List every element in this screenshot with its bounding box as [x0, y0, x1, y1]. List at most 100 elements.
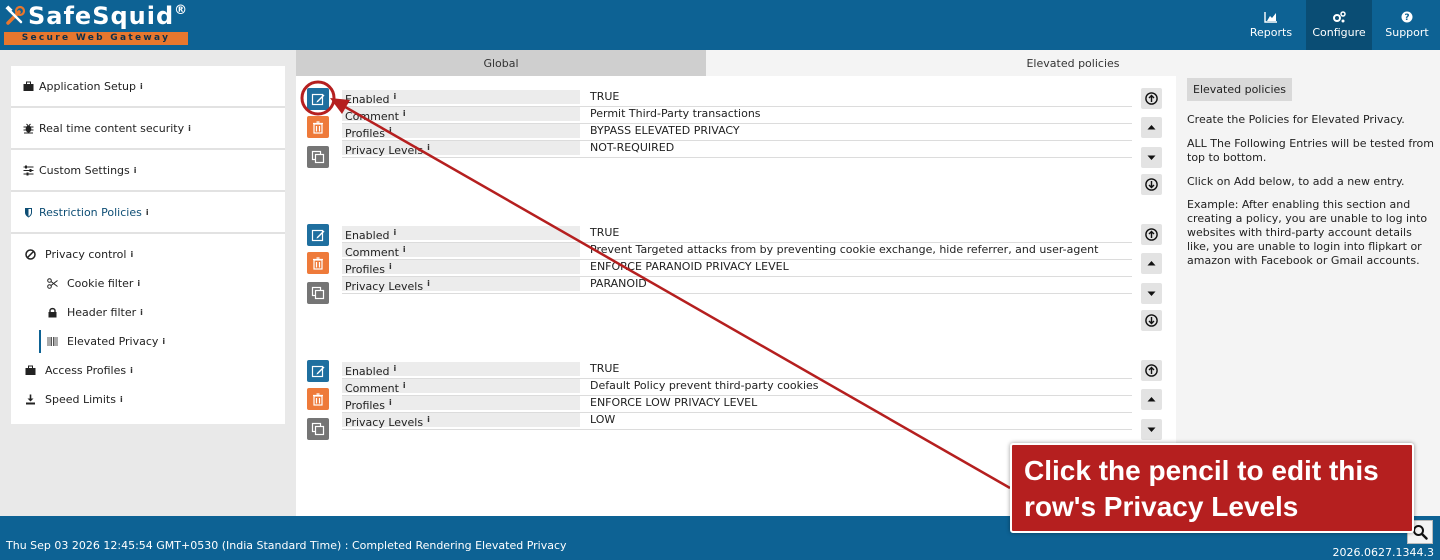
edit-button[interactable] — [307, 360, 329, 382]
row-label: Profiles i — [342, 124, 580, 140]
move-down-button[interactable] — [1141, 283, 1162, 304]
search-icon — [1413, 525, 1428, 540]
copy-button[interactable] — [307, 418, 329, 440]
move-down-button[interactable] — [1141, 419, 1162, 440]
copy-button[interactable] — [307, 146, 329, 168]
info-icon[interactable]: i — [389, 262, 392, 271]
delete-button[interactable] — [307, 388, 329, 410]
row-value: TRUE — [590, 362, 620, 375]
sidebar-item-access-profiles[interactable]: Access Profiles i — [11, 356, 285, 385]
insert-below-button[interactable] — [1141, 310, 1162, 331]
help-text: Click on Add below, to add a new entry. — [1187, 175, 1405, 188]
edit-button[interactable] — [307, 88, 329, 110]
insert-above-button[interactable] — [1141, 88, 1162, 109]
info-icon[interactable]: i — [427, 143, 430, 152]
sidebar-item-realtime-content-security[interactable]: Real time content security i — [11, 108, 285, 150]
logo-wordmark: SafeSquid® — [4, 2, 188, 30]
info-icon[interactable]: i — [120, 395, 123, 404]
row-label: Enabled i — [342, 362, 580, 378]
info-icon[interactable]: i — [162, 337, 165, 346]
info-icon[interactable]: i — [393, 228, 396, 237]
info-icon[interactable]: i — [427, 415, 430, 424]
policy-row-comment[interactable]: Comment i Permit Third-Party transactions — [342, 107, 1132, 124]
registered-mark: ® — [174, 3, 189, 18]
info-icon[interactable]: i — [188, 124, 191, 133]
safesquid-logo[interactable]: SafeSquid® Secure Web Gateway — [4, 2, 190, 46]
move-down-button[interactable] — [1141, 147, 1162, 168]
insert-below-button[interactable] — [1141, 174, 1162, 195]
info-icon[interactable]: i — [393, 92, 396, 101]
tab-global[interactable]: Global — [296, 50, 706, 76]
move-up-button[interactable] — [1141, 117, 1162, 138]
sidebar-item-header-filter[interactable]: Header filter i — [11, 298, 285, 327]
move-up-button[interactable] — [1141, 253, 1162, 274]
row-value: TRUE — [590, 226, 620, 239]
tab-elevated-policies[interactable]: Elevated policies — [706, 50, 1440, 76]
policy-row-enabled[interactable]: Enabled i TRUE — [342, 362, 1132, 379]
info-icon[interactable]: i — [403, 109, 406, 118]
policy-row-enabled[interactable]: Enabled i TRUE — [342, 90, 1132, 107]
sidebar-item-label: Custom Settings — [39, 163, 130, 177]
policy-row-profiles[interactable]: Profiles i ENFORCE PARANOID PRIVACY LEVEL — [342, 260, 1132, 277]
insert-above-button[interactable] — [1141, 360, 1162, 381]
shield-icon — [25, 207, 32, 217]
policy-row-privacy-levels[interactable]: Privacy Levels i PARANOID — [342, 277, 1132, 294]
row-label: Enabled i — [342, 90, 580, 106]
sidebar-item-application-setup[interactable]: Application Setup i — [11, 66, 285, 108]
policy-row-privacy-levels[interactable]: Privacy Levels i LOW — [342, 413, 1132, 430]
policy-row-profiles[interactable]: Profiles i BYPASS ELEVATED PRIVACY — [342, 124, 1132, 141]
row-value: TRUE — [590, 90, 620, 103]
sidebar-item-label: Speed Limits — [45, 393, 116, 406]
info-icon[interactable]: i — [393, 364, 396, 373]
sidebar-item-label: Real time content security — [39, 121, 185, 135]
row-label: Comment i — [342, 243, 580, 259]
policy-row-comment[interactable]: Comment i Prevent Targeted attacks from b… — [342, 243, 1132, 260]
delete-button[interactable] — [307, 116, 329, 138]
sidebar-item-speed-limits[interactable]: Speed Limits i — [11, 385, 285, 414]
caret-up-icon — [1147, 397, 1156, 402]
row-label: Profiles i — [342, 260, 580, 276]
policy-row-profiles[interactable]: Profiles i ENFORCE LOW PRIVACY LEVEL — [342, 396, 1132, 413]
info-icon[interactable]: i — [137, 279, 140, 288]
sidebar-item-cookie-filter[interactable]: Cookie filter i — [11, 269, 285, 298]
nav-support[interactable]: ? Support — [1374, 0, 1440, 50]
info-icon[interactable]: i — [427, 279, 430, 288]
top-header: SafeSquid® Secure Web Gateway Reports Co… — [0, 0, 1440, 50]
policy-row-comment[interactable]: Comment i Default Policy prevent third-pa… — [342, 379, 1132, 396]
row-value: Default Policy prevent third-party cooki… — [590, 379, 819, 392]
move-up-button[interactable] — [1141, 389, 1162, 410]
info-icon[interactable]: i — [130, 250, 133, 259]
nav-configure[interactable]: Configure — [1306, 0, 1372, 50]
copy-button[interactable] — [307, 282, 329, 304]
sidebar-item-custom-settings[interactable]: Custom Settings i — [11, 150, 285, 192]
info-icon[interactable]: i — [146, 208, 149, 217]
copy-icon — [311, 150, 325, 164]
info-icon[interactable]: i — [130, 366, 133, 375]
info-icon[interactable]: i — [140, 308, 143, 317]
caret-up-icon — [1147, 125, 1156, 130]
row-value: Permit Third-Party transactions — [590, 107, 761, 120]
info-icon[interactable]: i — [403, 381, 406, 390]
sidebar-item-privacy-control[interactable]: Privacy control i — [11, 240, 285, 269]
policy-row-privacy-levels[interactable]: Privacy Levels i NOT-REQUIRED — [342, 141, 1132, 158]
info-icon[interactable]: i — [389, 398, 392, 407]
info-icon[interactable]: i — [134, 166, 137, 175]
sidebar-item-restriction-policies[interactable]: Restriction Policies i — [11, 192, 285, 234]
ban-icon — [25, 249, 36, 260]
info-icon[interactable]: i — [403, 245, 406, 254]
plus-circle-icon — [1145, 364, 1158, 377]
pencil-icon — [311, 229, 325, 242]
info-icon[interactable]: i — [140, 82, 143, 91]
edit-button[interactable] — [307, 224, 329, 246]
insert-above-button[interactable] — [1141, 224, 1162, 245]
nav-reports[interactable]: Reports — [1238, 0, 1304, 50]
caret-down-icon — [1147, 427, 1156, 432]
delete-button[interactable] — [307, 252, 329, 274]
help-text: ALL The Following Entries will be tested… — [1187, 137, 1434, 164]
policy-entry: Enabled i TRUE Comment i Permit Third-Part… — [296, 86, 1176, 206]
policy-row-enabled[interactable]: Enabled i TRUE — [342, 226, 1132, 243]
policy-tabs: Global Elevated policies — [296, 50, 1440, 76]
brand-name: SafeSquid — [28, 2, 175, 30]
sidebar-item-elevated-privacy[interactable]: Elevated Privacy i — [11, 327, 285, 356]
info-icon[interactable]: i — [389, 126, 392, 135]
